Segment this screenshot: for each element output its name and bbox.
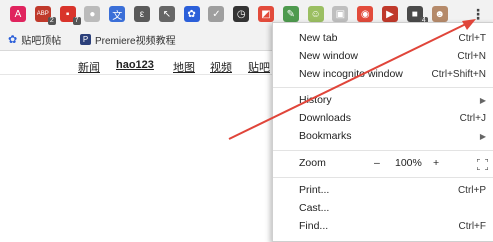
baidu-paw-icon: ✿ bbox=[8, 34, 18, 46]
menu-item-shortcut: Ctrl+Shift+N bbox=[431, 68, 486, 80]
nav-link-hao123[interactable]: hao123 bbox=[116, 59, 154, 71]
checkmark-icon[interactable]: ✓ bbox=[208, 6, 225, 22]
menu-item-shortcut: Ctrl+F bbox=[458, 220, 487, 232]
chrome-menu-button[interactable]: ⋮ bbox=[469, 5, 487, 23]
menu-item-cast[interactable]: Cast... bbox=[299, 200, 486, 216]
menu-item-label: New window bbox=[299, 50, 358, 62]
abp-icon[interactable]: ABP 2 bbox=[34, 6, 56, 25]
menu-item-new-window[interactable]: New window Ctrl+N bbox=[299, 48, 486, 64]
zoom-level: 100% bbox=[395, 157, 422, 169]
menu-item-label: Bookmarks bbox=[299, 130, 352, 142]
menu-separator bbox=[273, 150, 493, 151]
pen-icon[interactable]: ✎ bbox=[282, 6, 299, 22]
menu-item-shortcut: Ctrl+P bbox=[457, 184, 486, 196]
bookmark-item-premiere[interactable]: P Premiere视频教程 bbox=[80, 32, 176, 47]
extension-badge: 7 bbox=[72, 17, 81, 25]
menu-item-shortcut: Ctrl+T bbox=[458, 32, 487, 44]
adblock-icon[interactable]: A bbox=[10, 6, 26, 22]
location-pin-icon[interactable]: ◉ bbox=[357, 6, 374, 22]
zoom-label: Zoom bbox=[299, 157, 326, 169]
menu-separator bbox=[273, 87, 493, 88]
menu-item-downloads[interactable]: Downloads Ctrl+J bbox=[299, 110, 486, 126]
nav-link-tieba[interactable]: 贴吧 bbox=[248, 59, 270, 75]
menu-item-label: Downloads bbox=[299, 112, 351, 124]
page-divider bbox=[0, 74, 280, 75]
menu-item-new-incognito-window[interactable]: New incognito window Ctrl+Shift+N bbox=[299, 66, 486, 82]
nav-link-news[interactable]: 新闻 bbox=[78, 59, 100, 75]
menu-item-label: Print... bbox=[299, 184, 330, 196]
menu-item-label: History bbox=[299, 94, 332, 106]
baidu-paw-icon[interactable]: ✿ bbox=[183, 6, 200, 22]
menu-item-shortcut: Ctrl+J bbox=[459, 112, 486, 124]
menu-item-label: New incognito window bbox=[299, 68, 403, 80]
counter-icon[interactable]: ■ 4 bbox=[406, 6, 428, 25]
menu-item-new-tab[interactable]: New tab Ctrl+T bbox=[299, 30, 486, 46]
menu-separator bbox=[273, 177, 493, 178]
extension-badge: 2 bbox=[47, 17, 56, 25]
menu-item-label: Find... bbox=[299, 220, 329, 232]
chrome-main-menu: New tab Ctrl+T New window Ctrl+N New inc… bbox=[272, 22, 493, 242]
menu-item-print[interactable]: Print... Ctrl+P bbox=[299, 182, 486, 198]
chrome-store-icon[interactable]: ◩ bbox=[258, 6, 274, 22]
zoom-in-button[interactable]: + bbox=[433, 157, 439, 169]
zoom-row: Zoom – 100% + bbox=[299, 156, 488, 174]
submenu-arrow-icon: ▶ bbox=[479, 131, 486, 141]
bookmark-label: Premiere视频教程 bbox=[95, 36, 176, 47]
gray-circle-icon[interactable]: ● bbox=[84, 6, 101, 22]
snapshot-icon[interactable]: ▣ bbox=[332, 6, 349, 22]
profile-avatar-icon[interactable]: ☻ bbox=[431, 6, 448, 22]
clock-icon[interactable]: ◷ bbox=[233, 6, 250, 22]
red-tag-icon[interactable]: ▪ 7 bbox=[59, 6, 81, 25]
menu-item-find[interactable]: Find... Ctrl+F bbox=[299, 218, 486, 234]
bookmark-label: 贴吧顶帖 bbox=[21, 36, 62, 47]
pin-icon[interactable]: ↖ bbox=[158, 6, 175, 22]
fullscreen-icon[interactable] bbox=[477, 159, 488, 170]
menu-item-bookmarks[interactable]: Bookmarks ▶ bbox=[299, 128, 486, 144]
menu-item-label: Cast... bbox=[299, 202, 330, 214]
menu-item-history[interactable]: History ▶ bbox=[299, 92, 486, 108]
nav-link-map[interactable]: 地图 bbox=[173, 59, 195, 75]
premiere-icon: P bbox=[80, 34, 91, 45]
leaf-icon[interactable]: ε bbox=[134, 6, 150, 22]
kebab-menu-icon: ⋮ bbox=[471, 5, 485, 22]
bookmark-item-tieba[interactable]: ✿ 贴吧顶帖 bbox=[8, 32, 61, 47]
video-icon[interactable]: ▶ bbox=[382, 6, 398, 22]
nav-link-video[interactable]: 视频 bbox=[210, 59, 232, 75]
menu-item-shortcut: Ctrl+N bbox=[457, 50, 486, 62]
menu-item-label: New tab bbox=[299, 32, 338, 44]
face-icon[interactable]: ☺ bbox=[307, 6, 324, 22]
zoom-out-button[interactable]: – bbox=[374, 157, 380, 169]
translate-icon[interactable]: 文 bbox=[109, 6, 126, 22]
submenu-arrow-icon: ▶ bbox=[479, 95, 486, 105]
